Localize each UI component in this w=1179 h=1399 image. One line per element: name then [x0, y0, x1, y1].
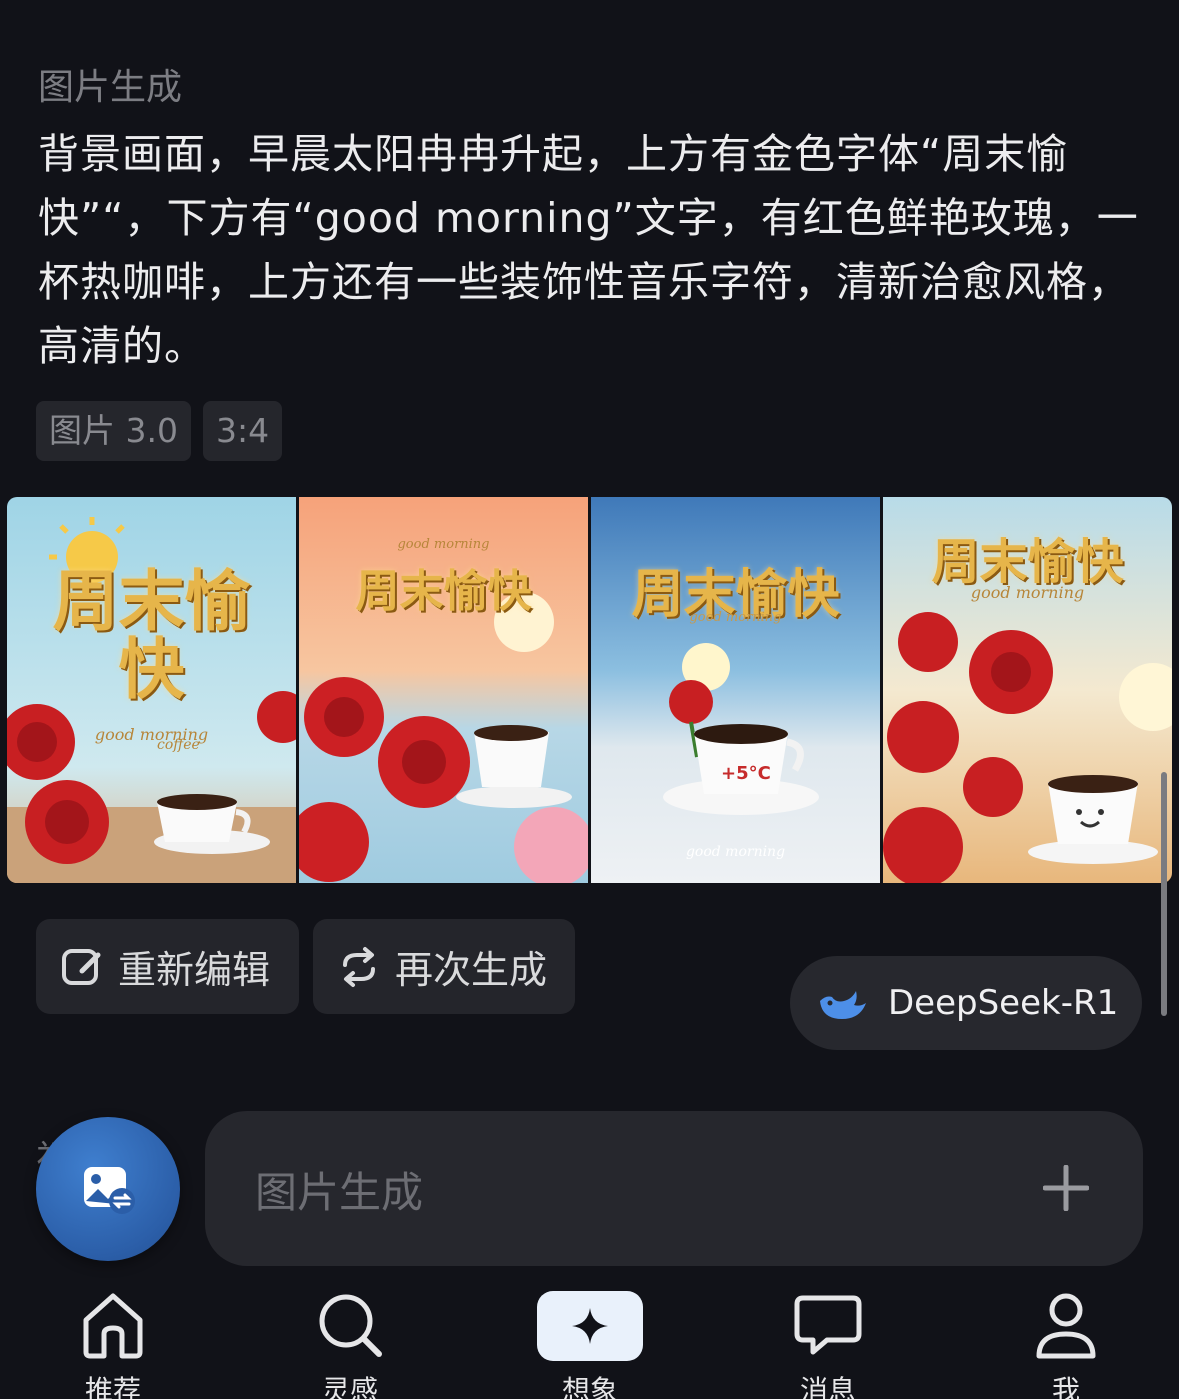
generated-image-2[interactable]: good morning 周末愉快: [299, 497, 588, 883]
tab-recommend[interactable]: 推荐: [43, 1285, 183, 1399]
image-4-title: 周末愉快: [931, 534, 1124, 590]
sparkle-icon: [572, 1308, 608, 1344]
generated-image-1[interactable]: 周末愉快 good morning coffee: [7, 497, 296, 883]
re-edit-button[interactable]: 重新编辑: [36, 919, 299, 1014]
refresh-icon: [343, 946, 375, 987]
tab-messages-label: 消息: [799, 1374, 856, 1399]
image-1-sub: good morning: [94, 725, 209, 744]
image-swap-icon: [84, 1167, 135, 1214]
home-icon: [83, 1293, 143, 1359]
model-name: DeepSeek-R1: [888, 983, 1119, 1023]
scrollbar[interactable]: [1161, 772, 1167, 1016]
tab-me[interactable]: 我: [996, 1285, 1136, 1399]
re-edit-label: 重新编辑: [118, 948, 271, 992]
image-2-title: 周末愉快: [355, 566, 532, 617]
image-gallery: 周末愉快 good morning coffee good morning 周末…: [7, 497, 1172, 883]
generated-image-3[interactable]: 周末愉快 good morning +5°C good morning: [591, 497, 880, 883]
model-version-tag[interactable]: 图片 3.0: [36, 401, 191, 461]
tab-imagine[interactable]: 想象: [520, 1285, 660, 1399]
tab-inspiration-label: 灵感: [321, 1374, 378, 1399]
image-3-sub: good morning: [689, 610, 782, 625]
tab-me-label: 我: [1051, 1374, 1080, 1399]
image-1-extra: coffee: [157, 737, 200, 753]
image-1-title: 周末愉快: [52, 562, 251, 708]
bottom-tab-bar: 推荐 灵感 想象 消息 我: [0, 1285, 1179, 1399]
image-4-sub: good morning: [970, 583, 1085, 602]
regenerate-label: 再次生成: [395, 948, 548, 992]
regenerate-button[interactable]: 再次生成: [313, 919, 575, 1014]
tab-imagine-pill: [537, 1291, 643, 1361]
aspect-ratio-tag[interactable]: 3:4: [202, 401, 283, 461]
plus-icon[interactable]: [1043, 1165, 1089, 1211]
tab-imagine-label: 想象: [561, 1374, 618, 1399]
message-icon: [794, 1295, 862, 1355]
generated-image-4[interactable]: 周末愉快 good morning: [883, 497, 1172, 883]
prompt-input-placeholder: 图片生成: [255, 1168, 424, 1217]
tab-recommend-label: 推荐: [84, 1374, 141, 1399]
edit-icon: [62, 948, 101, 985]
whale-icon: [820, 991, 866, 1019]
image-mode-button[interactable]: [36, 1117, 180, 1261]
prompt-input[interactable]: 图片生成: [205, 1111, 1143, 1266]
tag-row: 图片 3.0 3:4: [36, 401, 283, 461]
image-2-sub: good morning: [397, 537, 490, 552]
image-3-temperature: +5°C: [721, 763, 771, 784]
model-selector[interactable]: DeepSeek-R1: [790, 956, 1142, 1050]
search-icon: [319, 1294, 382, 1357]
section-label: 图片生成: [38, 67, 183, 108]
tab-messages[interactable]: 消息: [758, 1285, 898, 1399]
prompt-text: 背景画面，早晨太阳冉冉升起，上方有金色字体“周末愉快”“，下方有“good mo…: [38, 130, 1139, 370]
tab-inspiration[interactable]: 灵感: [280, 1285, 420, 1399]
image-3-bottom-text: good morning: [685, 844, 786, 860]
profile-icon: [1036, 1293, 1096, 1359]
